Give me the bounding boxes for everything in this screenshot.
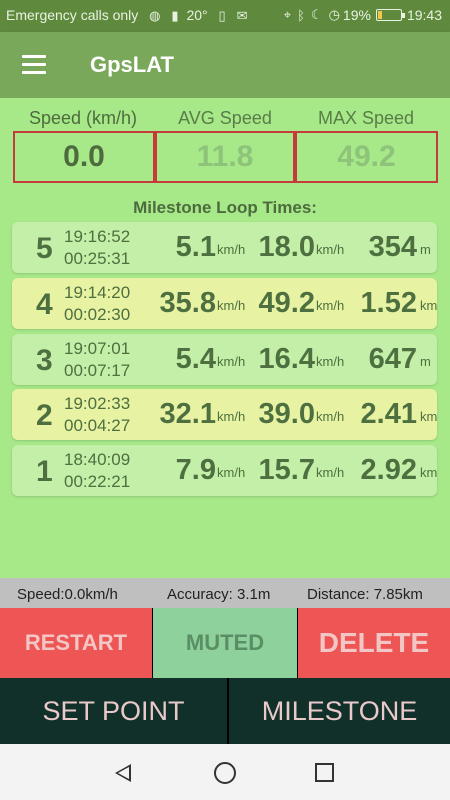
milestone-index: 2 xyxy=(36,399,53,432)
milestone-index: 1 xyxy=(36,455,53,488)
delete-button[interactable]: DELETE xyxy=(298,608,450,678)
restart-button[interactable]: RESTART xyxy=(0,608,152,678)
app-bar: GpsLAT xyxy=(0,32,450,98)
milestone-row[interactable]: 2 19:02:33 00:04:27 32.1 km/h 39.0 km/h 2.41 km xyxy=(12,389,437,440)
milestone-row[interactable]: 5 19:16:52 00:25:31 5.1 km/h 18.0 km/h 354 m xyxy=(12,222,437,273)
moon-icon: ☾ xyxy=(310,7,323,22)
signal-icon: ▮ xyxy=(171,8,179,23)
milestone-row[interactable]: 1 18:40:09 00:22:21 7.9 km/h 15.7 km/h 2.92 km xyxy=(12,445,437,496)
milestone-duration: 00:22:21 xyxy=(64,472,131,491)
milestone-distance-unit: km xyxy=(420,298,438,313)
max-speed-value: 49.2 xyxy=(295,131,438,183)
milestone-clock-time: 18:40:09 xyxy=(64,450,131,469)
milestone-duration: 00:07:17 xyxy=(64,361,131,380)
footer-accuracy: Accuracy: 3.1m xyxy=(167,586,271,603)
main-content: Speed (km/h) AVG Speed MAX Speed 0.0 11.… xyxy=(0,98,450,578)
milestone-max-speed: 18.0 xyxy=(258,231,315,263)
milestone-distance-unit: m xyxy=(420,242,431,257)
milestone-duration: 00:02:30 xyxy=(64,305,131,324)
milestone-index: 3 xyxy=(36,344,53,377)
muted-button[interactable]: MUTED xyxy=(153,608,297,678)
milestone-distance-unit: km xyxy=(420,465,438,480)
milestone-clock-time: 19:14:20 xyxy=(64,283,131,302)
max-speed-label: MAX Speed xyxy=(317,108,415,128)
milestone-avg-speed: 32.1 xyxy=(159,398,216,430)
milestone-clock-time: 19:07:01 xyxy=(64,339,131,358)
status-bar: Emergency calls only ◍ ▮ 20° ▯ ✉ ⌖ ᛒ ☾ ◷… xyxy=(0,0,450,32)
milestone-distance-unit: m xyxy=(420,354,431,369)
milestone-index: 5 xyxy=(36,232,53,265)
back-icon[interactable] xyxy=(115,764,131,782)
milestone-distance: 1.52 xyxy=(360,287,417,319)
milestone-max-unit: km/h xyxy=(316,465,345,480)
hamburger-menu-icon[interactable] xyxy=(22,55,46,75)
milestone-avg-unit: km/h xyxy=(217,298,246,313)
milestone-max-speed: 15.7 xyxy=(258,454,315,486)
battery-percent: 19% xyxy=(342,7,371,23)
footer-speed: Speed:0.0km/h xyxy=(17,586,118,603)
vpn-icon: ◍ xyxy=(149,8,161,23)
milestone-row[interactable]: 4 19:14:20 00:02:30 35.8 km/h 49.2 km/h 1.52 km xyxy=(12,278,437,329)
recent-apps-icon[interactable] xyxy=(315,763,334,782)
sim-icon: ▯ xyxy=(218,8,226,23)
milestone-max-unit: km/h xyxy=(316,242,345,257)
milestone-max-unit: km/h xyxy=(316,354,345,369)
carrier-text: Emergency calls only xyxy=(6,7,139,23)
milestone-index: 4 xyxy=(36,288,53,321)
set-point-button[interactable]: SET POINT xyxy=(0,678,227,744)
milestone-avg-speed: 7.9 xyxy=(175,454,216,486)
milestone-avg-unit: km/h xyxy=(217,242,246,257)
milestone-distance: 2.41 xyxy=(360,398,417,430)
info-bar: Speed:0.0km/h Accuracy: 3.1m Distance: 7… xyxy=(0,578,450,608)
milestone-max-unit: km/h xyxy=(316,298,345,313)
location-icon: ⌖ xyxy=(283,7,292,22)
milestone-distance-unit: km xyxy=(420,409,438,424)
milestone-distance: 647 xyxy=(368,343,417,375)
app-title: GpsLAT xyxy=(90,52,174,77)
alarm-icon: ◷ xyxy=(328,7,340,22)
milestone-duration: 00:04:27 xyxy=(64,416,131,435)
milestone-distance: 2.92 xyxy=(360,454,417,486)
milestone-max-speed: 49.2 xyxy=(258,287,315,319)
milestone-max-unit: km/h xyxy=(316,409,345,424)
battery-icon xyxy=(375,9,405,21)
milestone-distance: 354 xyxy=(368,231,417,263)
clock: 19:43 xyxy=(406,7,442,23)
milestone-avg-unit: km/h xyxy=(217,354,246,369)
bluetooth-icon: ᛒ xyxy=(297,7,305,23)
milestone-clock-time: 19:02:33 xyxy=(64,394,131,413)
milestone-avg-speed: 35.8 xyxy=(159,287,216,319)
mail-icon: ✉ xyxy=(236,8,248,23)
avg-speed-value: 11.8 xyxy=(155,131,295,183)
milestones-title: Milestone Loop Times: xyxy=(133,198,317,217)
milestone-avg-speed: 5.1 xyxy=(175,231,216,263)
footer-distance: Distance: 7.85km xyxy=(307,586,423,603)
speed-label: Speed (km/h) xyxy=(28,108,138,128)
system-nav-bar xyxy=(0,744,450,800)
temperature-text: 20° xyxy=(186,7,208,23)
home-icon[interactable] xyxy=(214,762,236,784)
milestone-row[interactable]: 3 19:07:01 00:07:17 5.4 km/h 16.4 km/h 647 m xyxy=(12,334,437,385)
speed-value: 0.0 xyxy=(13,131,155,183)
milestone-button[interactable]: MILESTONE xyxy=(229,678,450,744)
milestone-max-speed: 39.0 xyxy=(258,398,315,430)
milestone-avg-unit: km/h xyxy=(217,409,246,424)
milestone-max-speed: 16.4 xyxy=(258,343,315,375)
milestone-duration: 00:25:31 xyxy=(64,249,131,268)
milestone-avg-speed: 5.4 xyxy=(175,343,216,375)
milestone-clock-time: 19:16:52 xyxy=(64,227,131,246)
milestone-avg-unit: km/h xyxy=(217,465,246,480)
avg-speed-label: AVG Speed xyxy=(178,108,272,128)
